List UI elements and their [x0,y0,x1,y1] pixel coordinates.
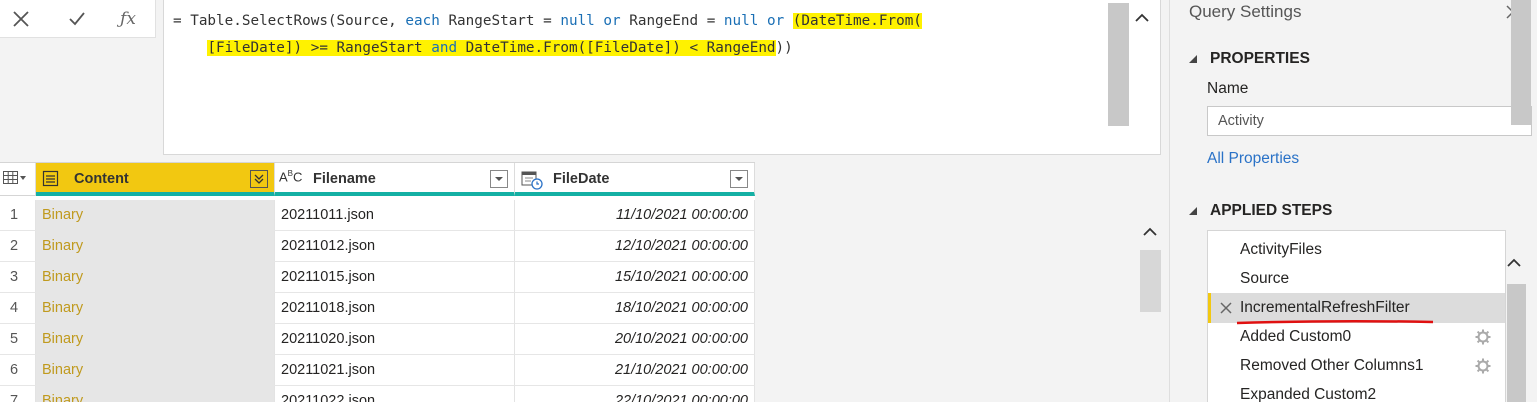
expand-column-button[interactable] [250,170,268,188]
pane-title: Query Settings [1189,2,1302,21]
binary-cell[interactable]: Binary [36,386,275,402]
settings-pane-scrollbar[interactable] [1511,0,1531,125]
table-row[interactable]: 1 Binary 20211011.json 11/10/2021 00:00:… [0,200,755,231]
applied-step[interactable]: Removed Other Columns1 [1208,351,1505,381]
table-row[interactable]: 4 Binary 20211018.json 18/10/2021 00:00:… [0,293,755,324]
row-number: 2 [0,231,36,262]
filename-cell[interactable]: 20211012.json [275,231,515,262]
applied-step[interactable]: Expanded Custom2 [1208,380,1505,402]
expand-icon [254,174,264,184]
filedate-cell[interactable]: 21/10/2021 00:00:00 [515,355,755,386]
name-label: Name [1207,80,1249,97]
data-grid: Content ABC Filename FileDate 1 Binary 2… [0,162,755,402]
column-label: FileDate [553,171,610,187]
table-type-icon [42,170,59,187]
row-number: 1 [0,200,36,231]
applied-steps-section-header[interactable]: APPLIED STEPS [1188,202,1332,220]
insert-function-button[interactable]: ƒx [113,4,143,34]
collapse-formula-icon[interactable] [1132,8,1152,28]
chevron-down-icon [495,177,503,181]
binary-cell[interactable]: Binary [36,293,275,324]
filedate-cell[interactable]: 11/10/2021 00:00:00 [515,200,755,231]
binary-cell[interactable]: Binary [36,262,275,293]
row-number: 5 [0,324,36,355]
binary-cell[interactable]: Binary [36,231,275,262]
filename-cell[interactable]: 20211022.json [275,386,515,402]
filedate-cell[interactable]: 20/10/2021 00:00:00 [515,324,755,355]
column-header-content[interactable]: Content [36,163,275,196]
column-label: Filename [313,171,376,187]
row-number: 6 [0,355,36,386]
column-label: Content [74,171,129,187]
filter-dropdown-button[interactable] [730,170,748,188]
column-header-filedate[interactable]: FileDate [515,163,755,196]
highlighted-expression: (DateTime.From( [792,13,922,29]
filename-cell[interactable]: 20211015.json [275,262,515,293]
table-row[interactable]: 7 Binary 20211022.json 22/10/2021 00:00:… [0,386,755,402]
formula-bar-buttons: ƒx [0,0,156,38]
formula-editor[interactable]: = Table.SelectRows(Source, each RangeSta… [163,0,1161,155]
formula-scrollbar[interactable] [1108,3,1129,126]
filename-cell[interactable]: 20211018.json [275,293,515,324]
table-row[interactable]: 6 Binary 20211021.json 21/10/2021 00:00:… [0,355,755,386]
filename-cell[interactable]: 20211011.json [275,200,515,231]
binary-cell[interactable]: Binary [36,200,275,231]
filedate-cell[interactable]: 15/10/2021 00:00:00 [515,262,755,293]
applied-step-selected[interactable]: IncrementalRefreshFilter [1208,293,1505,325]
table-icon [3,171,26,184]
gear-icon[interactable] [1475,358,1491,374]
query-settings-pane: Query Settings PROPERTIES Name Activity … [1169,0,1537,402]
table-row[interactable]: 2 Binary 20211012.json 12/10/2021 00:00:… [0,231,755,262]
query-name-input[interactable]: Activity [1207,106,1532,136]
formula-text[interactable]: = Table.SelectRows(Source, each RangeSta… [173,8,1103,62]
binary-cell[interactable]: Binary [36,324,275,355]
fx-icon: ƒx [120,9,136,29]
binary-cell[interactable]: Binary [36,355,275,386]
grid-scrollbar[interactable] [1140,250,1161,312]
filedate-cell[interactable]: 18/10/2021 00:00:00 [515,293,755,324]
filedate-cell[interactable]: 12/10/2021 00:00:00 [515,231,755,262]
section-label: PROPERTIES [1210,50,1310,67]
cancel-formula-button[interactable] [6,4,36,34]
table-row[interactable]: 5 Binary 20211020.json 20/10/2021 00:00:… [0,324,755,355]
gear-icon[interactable] [1475,329,1491,345]
chevron-down-icon [735,177,743,181]
applied-steps-list: ActivityFiles Source IncrementalRefreshF… [1207,230,1506,402]
filename-cell[interactable]: 20211021.json [275,355,515,386]
filter-dropdown-button[interactable] [490,170,508,188]
properties-section-header[interactable]: PROPERTIES [1188,50,1310,68]
datetime-type-icon [521,171,543,190]
step-label: Expanded Custom2 [1240,386,1377,402]
table-menu-button[interactable] [0,163,36,196]
section-label: APPLIED STEPS [1210,202,1333,219]
table-row[interactable]: 3 Binary 20211015.json 15/10/2021 00:00:… [0,262,755,293]
step-label: Removed Other Columns1 [1240,357,1424,374]
row-number: 3 [0,262,36,293]
all-properties-link[interactable]: All Properties [1207,150,1299,168]
row-number: 4 [0,293,36,324]
applied-step[interactable]: Added Custom0 [1208,322,1505,352]
filename-cell[interactable]: 20211020.json [275,324,515,355]
step-label: Added Custom0 [1240,328,1352,345]
row-number: 7 [0,386,36,402]
column-header-filename[interactable]: ABC Filename [275,163,515,196]
checkmark-icon [69,12,85,26]
step-label: ActivityFiles [1240,241,1322,258]
grid-scroll-up-icon[interactable] [1140,222,1160,242]
collapse-triangle-icon [1189,207,1197,215]
close-icon [13,11,29,27]
filedate-cell[interactable]: 22/10/2021 00:00:00 [515,386,755,402]
text-type-icon: ABC [279,169,303,185]
steps-scrollbar[interactable] [1507,284,1526,402]
steps-scroll-up-icon[interactable] [1504,253,1524,273]
applied-step[interactable]: ActivityFiles [1208,235,1505,265]
step-label: Source [1240,270,1290,287]
commit-formula-button[interactable] [62,4,92,34]
applied-step[interactable]: Source [1208,264,1505,294]
delete-step-icon[interactable] [1219,301,1233,315]
collapse-triangle-icon [1189,55,1197,63]
